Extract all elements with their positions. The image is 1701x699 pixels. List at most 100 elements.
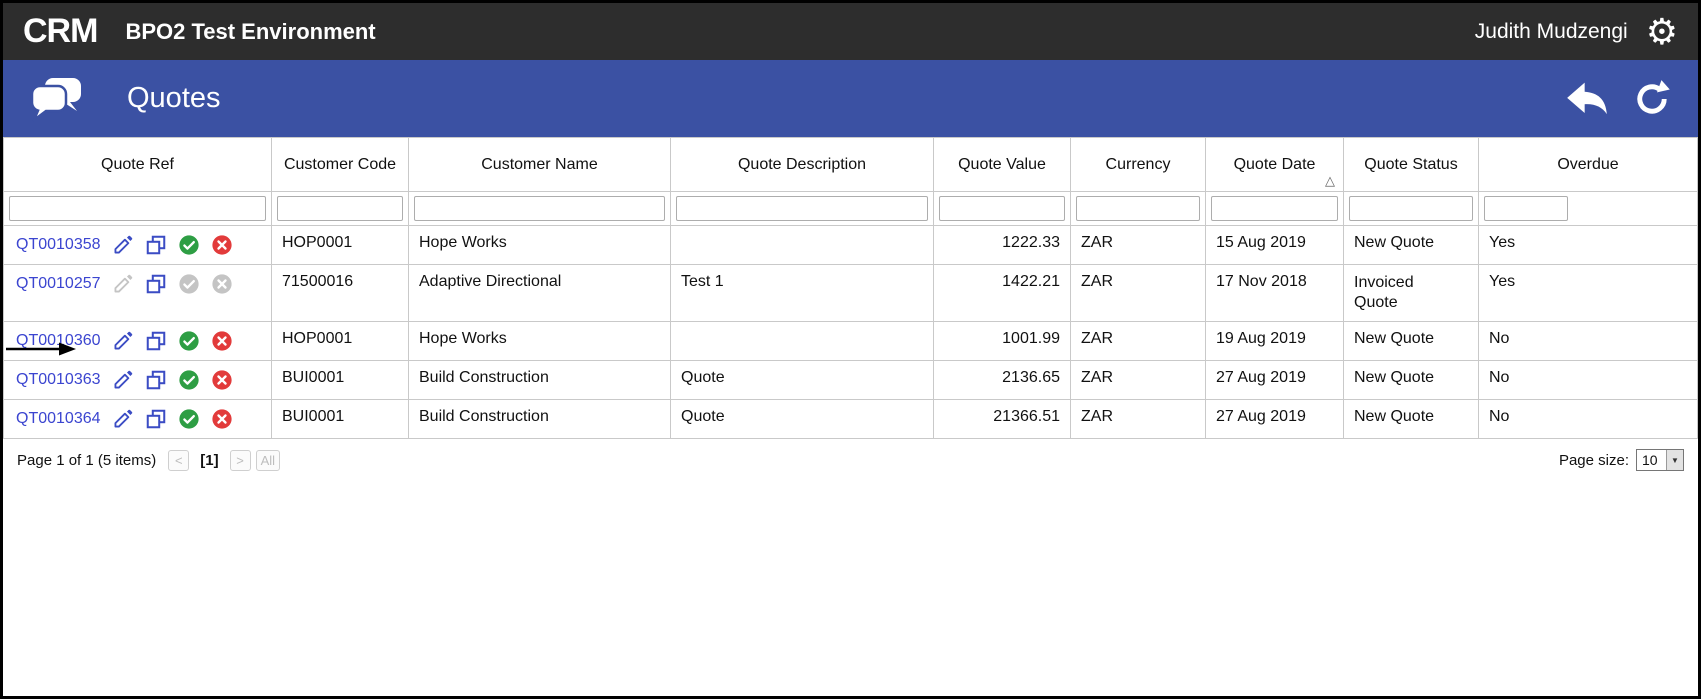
quote-value-cell: 2136.65 xyxy=(934,361,1071,400)
header-row: Quote Ref Customer Code Customer Name Qu… xyxy=(4,138,1698,192)
reject-quote-button[interactable] xyxy=(211,234,233,256)
customer-code-cell: BUI0001 xyxy=(272,400,409,439)
refresh-icon xyxy=(1632,79,1672,119)
currency-cell: ZAR xyxy=(1071,361,1206,400)
filter-quote-date-input[interactable] xyxy=(1211,196,1338,221)
annotation-arrow xyxy=(6,342,76,356)
column-label: Quote Description xyxy=(738,156,866,173)
app-window: CRM BPO2 Test Environment Judith Mudzeng… xyxy=(0,0,1701,699)
filter-row xyxy=(4,192,1698,226)
back-button[interactable] xyxy=(1566,81,1608,117)
currency-cell: ZAR xyxy=(1071,322,1206,361)
filter-cell xyxy=(671,192,934,226)
quote-ref-link[interactable]: QT0010358 xyxy=(16,236,101,254)
column-header-overdue[interactable]: Overdue xyxy=(1479,138,1698,192)
accept-quote-button[interactable] xyxy=(178,234,200,256)
column-label: Overdue xyxy=(1557,156,1618,173)
accept-quote-button[interactable] xyxy=(178,408,200,430)
column-header-currency[interactable]: Currency xyxy=(1071,138,1206,192)
quote-date-cell: 27 Aug 2019 xyxy=(1206,400,1344,439)
settings-gear-icon[interactable]: ⚙ xyxy=(1646,14,1678,50)
column-header-quote-date[interactable]: Quote Date △ xyxy=(1206,138,1344,192)
quotes-module-icon xyxy=(29,76,85,122)
edit-quote-button[interactable] xyxy=(112,330,134,352)
customer-code-cell: 71500016 xyxy=(272,265,409,322)
customer-name-cell: Build Construction xyxy=(409,361,671,400)
column-header-customer-name[interactable]: Customer Name xyxy=(409,138,671,192)
column-header-quote-status[interactable]: Quote Status xyxy=(1344,138,1479,192)
customer-name-cell: Hope Works xyxy=(409,226,671,265)
quote-description-cell xyxy=(671,322,934,361)
filter-quote-ref-input[interactable] xyxy=(9,196,266,221)
reject-quote-button[interactable] xyxy=(211,369,233,391)
column-header-quote-description[interactable]: Quote Description xyxy=(671,138,934,192)
edit-quote-button[interactable] xyxy=(112,408,134,430)
topbar: CRM BPO2 Test Environment Judith Mudzeng… xyxy=(3,3,1698,60)
filter-customer-name-input[interactable] xyxy=(414,196,665,221)
column-header-quote-ref[interactable]: Quote Ref xyxy=(4,138,272,192)
quote-description-cell: Test 1 xyxy=(671,265,934,322)
page-size-control: Page size: 10 ▼ xyxy=(1559,449,1684,471)
reject-quote-button[interactable] xyxy=(211,330,233,352)
quote-ref-cell: QT0010364 xyxy=(4,400,272,439)
edit-quote-button[interactable] xyxy=(112,234,134,256)
quote-ref-link[interactable]: QT0010257 xyxy=(16,275,101,293)
table-row: QT0010363 BUI0001 Build Construction Quo… xyxy=(4,361,1698,400)
filter-cell xyxy=(1071,192,1206,226)
copy-quote-button[interactable] xyxy=(145,234,167,256)
filter-currency-input[interactable] xyxy=(1076,196,1200,221)
reject-quote-button xyxy=(211,273,233,295)
quote-status-cell: New Quote xyxy=(1344,226,1479,265)
copy-quote-button[interactable] xyxy=(145,408,167,430)
quote-date-cell: 27 Aug 2019 xyxy=(1206,361,1344,400)
pager-all-button: All xyxy=(256,450,280,471)
pager-current-page: [1] xyxy=(200,452,218,469)
filter-quote-description-input[interactable] xyxy=(676,196,928,221)
quote-date-cell: 15 Aug 2019 xyxy=(1206,226,1344,265)
reject-quote-button[interactable] xyxy=(211,408,233,430)
edit-quote-button[interactable] xyxy=(112,369,134,391)
topbar-right: Judith Mudzengi ⚙ xyxy=(1475,14,1678,50)
quote-ref-link[interactable]: QT0010364 xyxy=(16,410,101,428)
overdue-cell: Yes xyxy=(1479,265,1698,322)
filter-cell xyxy=(409,192,671,226)
accept-quote-button xyxy=(178,273,200,295)
quote-description-cell xyxy=(671,226,934,265)
quotes-table: Quote Ref Customer Code Customer Name Qu… xyxy=(3,137,1698,439)
refresh-button[interactable] xyxy=(1632,79,1672,119)
column-label: Currency xyxy=(1106,156,1171,173)
back-arrow-icon xyxy=(1566,81,1608,117)
quote-status-text: Invoiced Quote xyxy=(1354,273,1434,313)
crm-logo: CRM xyxy=(23,12,97,51)
quote-status-cell: New Quote xyxy=(1344,322,1479,361)
environment-title: BPO2 Test Environment xyxy=(125,19,375,45)
customer-code-cell: HOP0001 xyxy=(272,226,409,265)
page-header: Quotes xyxy=(3,60,1698,137)
filter-quote-status-input[interactable] xyxy=(1349,196,1473,221)
quote-description-cell: Quote xyxy=(671,361,934,400)
copy-quote-button[interactable] xyxy=(145,330,167,352)
copy-quote-button[interactable] xyxy=(145,273,167,295)
currency-cell: ZAR xyxy=(1071,400,1206,439)
table-row: QT0010257 71500016 Adaptive Directional … xyxy=(4,265,1698,322)
quote-description-cell: Quote xyxy=(671,400,934,439)
pager-next-button: > xyxy=(230,450,251,471)
filter-quote-value-input[interactable] xyxy=(939,196,1065,221)
column-header-quote-value[interactable]: Quote Value xyxy=(934,138,1071,192)
column-header-customer-code[interactable]: Customer Code xyxy=(272,138,409,192)
page-size-select[interactable]: 10 ▼ xyxy=(1636,449,1684,471)
filter-cell xyxy=(934,192,1071,226)
pager-prev-button: < xyxy=(168,450,189,471)
column-label: Quote Ref xyxy=(101,156,174,173)
quote-date-cell: 19 Aug 2019 xyxy=(1206,322,1344,361)
copy-quote-button[interactable] xyxy=(145,369,167,391)
accept-quote-button[interactable] xyxy=(178,369,200,391)
quote-ref-link[interactable]: QT0010363 xyxy=(16,371,101,389)
filter-overdue-input[interactable] xyxy=(1484,196,1568,221)
accept-quote-button[interactable] xyxy=(178,330,200,352)
quote-value-cell: 1001.99 xyxy=(934,322,1071,361)
filter-customer-code-input[interactable] xyxy=(277,196,403,221)
customer-name-cell: Adaptive Directional xyxy=(409,265,671,322)
currency-cell: ZAR xyxy=(1071,265,1206,322)
quote-value-cell: 1422.21 xyxy=(934,265,1071,322)
